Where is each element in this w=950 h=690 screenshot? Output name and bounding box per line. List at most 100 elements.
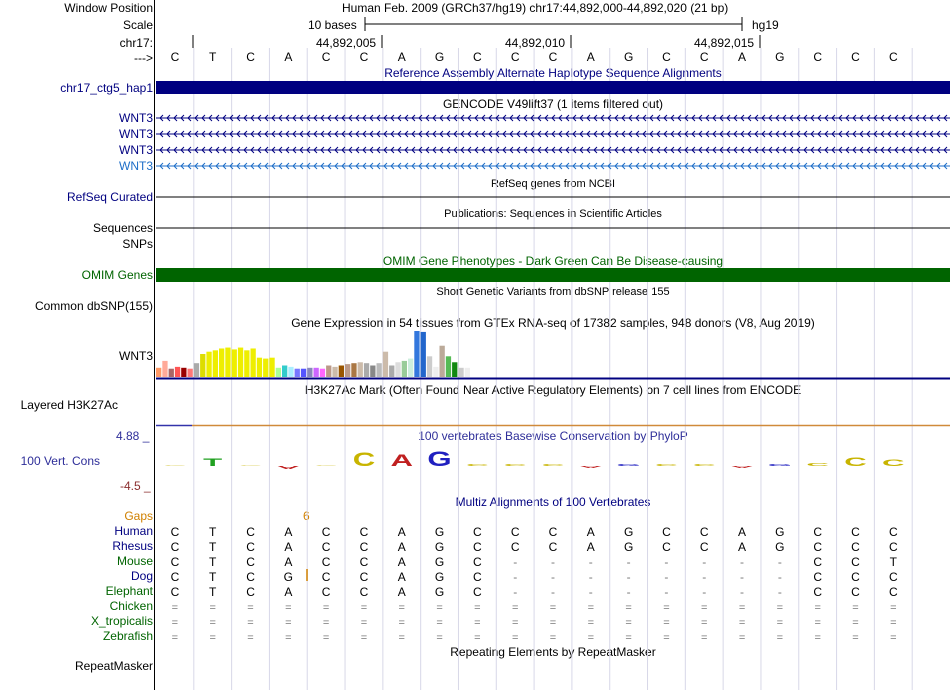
gtex-bar[interactable] [426, 356, 433, 377]
gtex-bar[interactable] [156, 367, 162, 377]
alignment-base: - [551, 570, 555, 584]
alignment-base: = [436, 617, 442, 629]
alignment-base: C [322, 555, 331, 569]
alignment-base: - [702, 585, 706, 599]
gtex-bar[interactable] [313, 367, 319, 377]
alignment-base: - [664, 555, 668, 569]
alignment-base: = [247, 632, 253, 644]
phylop-letter: G [768, 464, 792, 467]
gtex-bar[interactable] [244, 350, 250, 377]
gtex-bar[interactable] [389, 365, 395, 378]
alignment-base: C [851, 555, 860, 569]
base-letter: C [851, 50, 860, 64]
gtex-bar[interactable] [168, 368, 174, 377]
gtex-bar[interactable] [464, 367, 470, 377]
alignment-base: C [360, 525, 369, 539]
gtex-bar[interactable] [452, 362, 458, 377]
gtex-bar[interactable] [206, 351, 212, 377]
gtex-bar[interactable] [181, 367, 187, 377]
gtex-bar[interactable] [263, 358, 269, 377]
alignment-base: C [322, 570, 331, 584]
gtex-bar[interactable] [212, 350, 218, 377]
gtex-bar[interactable] [200, 354, 206, 377]
gtex-bar[interactable] [162, 360, 168, 377]
alignment-base: C [549, 540, 558, 554]
alignment-base: = [890, 602, 896, 614]
alignment-base: C [473, 555, 482, 569]
alignment-base: A [398, 540, 406, 554]
gtex-bar[interactable] [408, 358, 414, 377]
gtex-bar[interactable] [382, 351, 389, 377]
alignment-base: C [246, 585, 255, 599]
gtex-bar[interactable] [174, 366, 181, 377]
alignment-base: = [739, 617, 745, 629]
gtex-bar[interactable] [187, 368, 193, 377]
gtex-bar[interactable] [307, 367, 313, 377]
alignment-base: C [246, 540, 255, 554]
alignment-base: - [664, 585, 668, 599]
gtex-bar[interactable] [282, 365, 288, 378]
gtex-bar[interactable] [250, 348, 256, 377]
alignment-base: C [171, 540, 180, 554]
gtex-bar[interactable] [332, 366, 338, 377]
gtex-bar[interactable] [338, 365, 344, 378]
alignment-base: C [473, 570, 482, 584]
alignment-base: G [435, 585, 444, 599]
gtex-bar[interactable] [300, 368, 307, 377]
alignment-base: C [813, 555, 822, 569]
gtex-bar[interactable] [420, 331, 426, 377]
gtex-bar[interactable] [193, 363, 200, 377]
gtex-bar[interactable] [445, 356, 452, 377]
gtex-bar[interactable] [231, 349, 237, 377]
gtex-bar[interactable] [288, 366, 294, 377]
alt-haplo-bar[interactable] [156, 81, 950, 94]
alignment-base: G [775, 540, 784, 554]
browser-tracks[interactable]: C T C A C C A G C C C A G C C A G C C CC T C A C C A G C C CAG C CAG C C C… [0, 0, 950, 690]
gtex-bar[interactable] [376, 363, 382, 377]
base-letter: A [398, 50, 406, 64]
alignment-base: A [398, 570, 406, 584]
gtex-bar[interactable] [225, 347, 231, 377]
alignment-base: = [701, 617, 707, 629]
gtex-bar[interactable] [439, 345, 445, 377]
alignment-base: T [209, 585, 217, 599]
gtex-bar[interactable] [395, 362, 401, 377]
alignment-base: - [627, 570, 631, 584]
alignment-base: C [360, 585, 369, 599]
gtex-bar[interactable] [269, 357, 275, 377]
alignment-base: C [171, 555, 180, 569]
gtex-bar[interactable] [219, 348, 225, 377]
alignment-base: C [246, 570, 255, 584]
omim-bar[interactable] [156, 268, 950, 282]
base-letter: T [209, 50, 217, 64]
gtex-bar[interactable] [433, 366, 439, 377]
alignment-base: C [851, 585, 860, 599]
phylop-letter: C [239, 465, 262, 466]
gtex-bar[interactable] [275, 367, 281, 377]
base-letter: A [587, 50, 595, 64]
alignment-base: C [889, 585, 898, 599]
gtex-bar[interactable] [458, 367, 464, 377]
phylop-letter: A [731, 465, 754, 468]
alignment-base: T [209, 570, 217, 584]
alignment-base: C [473, 585, 482, 599]
gtex-bar[interactable] [414, 331, 420, 377]
alignment-base: = [701, 632, 707, 644]
gtex-bar[interactable] [351, 363, 357, 377]
base-letter: A [284, 50, 292, 64]
gtex-bar[interactable] [256, 357, 263, 377]
base-letter: C [511, 50, 520, 64]
gtex-bar[interactable] [363, 363, 370, 377]
phylop-letter: C [504, 464, 527, 467]
gtex-bar[interactable] [357, 362, 363, 377]
gtex-bar[interactable] [326, 365, 332, 378]
alignment-base: = [285, 632, 291, 644]
alignment-base: = [247, 617, 253, 629]
gtex-bar[interactable] [319, 368, 326, 377]
gtex-bar[interactable] [401, 360, 407, 377]
alignment-base: = [588, 602, 594, 614]
gtex-bar[interactable] [294, 368, 300, 377]
gtex-bar[interactable] [237, 347, 244, 377]
gtex-bar[interactable] [370, 365, 376, 378]
gtex-bar[interactable] [345, 364, 351, 377]
